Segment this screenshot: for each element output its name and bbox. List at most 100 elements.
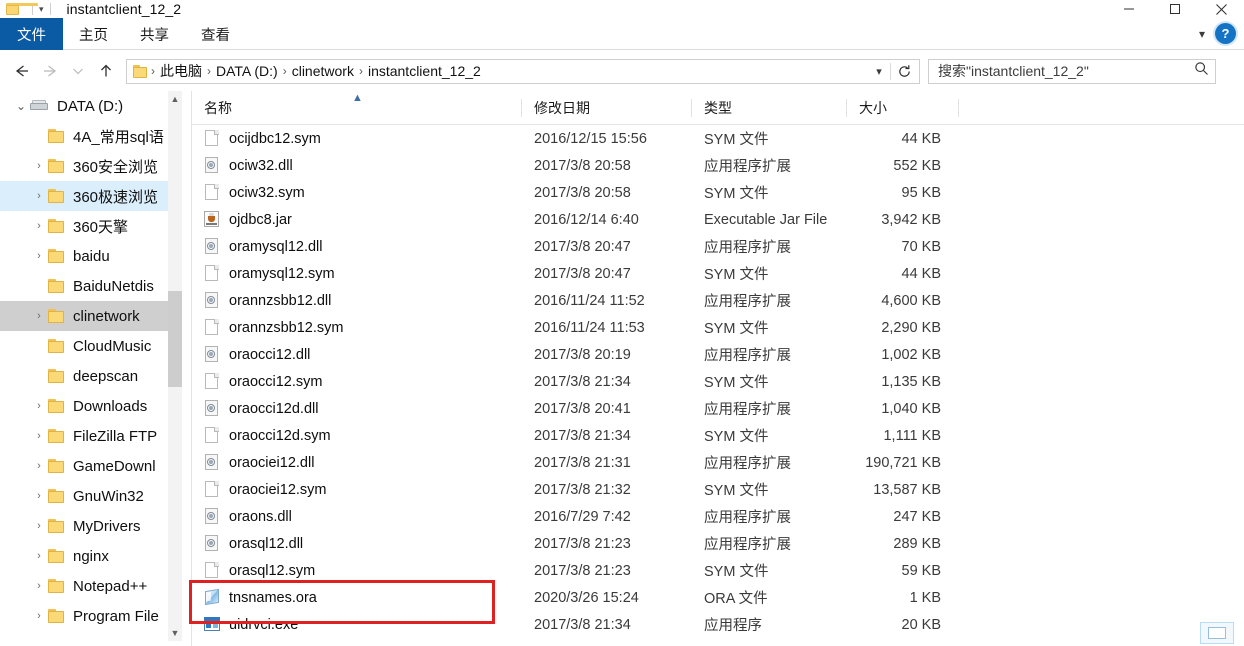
minimize-button[interactable] bbox=[1106, 0, 1152, 18]
file-name-cell[interactable]: ojdbc8.jar bbox=[192, 211, 522, 228]
table-row[interactable]: orasql12.dll 2017/3/8 21:23 应用程序扩展 289 KB bbox=[192, 530, 1244, 557]
table-row[interactable]: ojdbc8.jar 2016/12/14 6:40 Executable Jar … bbox=[192, 206, 1244, 233]
sidebar-item-data-d[interactable]: ⌄ DATA (D:) bbox=[0, 91, 178, 121]
file-name-cell[interactable]: uidrvci.exe bbox=[192, 616, 522, 633]
sidebar-item-clinetwork[interactable]: › clinetwork bbox=[0, 301, 178, 331]
chevron-right-icon[interactable]: › bbox=[30, 220, 48, 232]
breadcrumb-item-data-d[interactable]: DATA (D:) bbox=[212, 60, 282, 83]
details-view-icon[interactable] bbox=[1200, 622, 1234, 644]
file-name-cell[interactable]: orasql12.dll bbox=[192, 535, 522, 552]
sidebar-item-mydrivers[interactable]: › MyDrivers bbox=[0, 511, 178, 541]
table-row[interactable]: tnsnames.ora 2020/3/26 15:24 ORA 文件 1 KB bbox=[192, 584, 1244, 611]
chevron-right-icon[interactable]: › bbox=[30, 190, 48, 202]
sidebar-item-cloudmusic[interactable]: CloudMusic bbox=[0, 331, 178, 361]
refresh-icon[interactable] bbox=[891, 64, 917, 79]
chevron-down-icon[interactable]: ▾ bbox=[1199, 27, 1205, 41]
file-name-cell[interactable]: ociw32.dll bbox=[192, 157, 522, 174]
table-row[interactable]: ocijdbc12.sym 2016/12/15 15:56 SYM 文件 44 KB bbox=[192, 125, 1244, 152]
chevron-right-icon[interactable]: › bbox=[30, 160, 48, 172]
file-name-cell[interactable]: ociw32.sym bbox=[192, 184, 522, 201]
sidebar-item-deepscan[interactable]: deepscan bbox=[0, 361, 178, 391]
chevron-right-icon[interactable]: › bbox=[30, 490, 48, 502]
table-row[interactable]: oramysql12.sym 2017/3/8 20:47 SYM 文件 44 KB bbox=[192, 260, 1244, 287]
recent-locations-button[interactable] bbox=[64, 56, 92, 86]
table-row[interactable]: oraocci12d.sym 2017/3/8 21:34 SYM 文件 1,111 … bbox=[192, 422, 1244, 449]
back-button[interactable] bbox=[8, 56, 36, 86]
file-name-cell[interactable]: tnsnames.ora bbox=[192, 589, 522, 606]
chevron-down-icon[interactable]: ⌄ bbox=[12, 99, 30, 113]
sidebar-item-4a-sql[interactable]: 4A_常用sql语 bbox=[0, 121, 178, 151]
chevron-right-icon[interactable]: › bbox=[30, 580, 48, 592]
breadcrumb-item-instantclient[interactable]: instantclient_12_2 bbox=[364, 60, 485, 83]
table-row[interactable]: oraocci12.dll 2017/3/8 20:19 应用程序扩展 1,002 K… bbox=[192, 341, 1244, 368]
up-button[interactable] bbox=[92, 56, 120, 86]
file-name-cell[interactable]: oramysql12.sym bbox=[192, 265, 522, 282]
table-row[interactable]: uidrvci.exe 2017/3/8 21:34 应用程序 20 KB bbox=[192, 611, 1244, 638]
file-name-cell[interactable]: oraons.dll bbox=[192, 508, 522, 525]
sidebar-item-baidunetdis[interactable]: BaiduNetdis bbox=[0, 271, 178, 301]
file-name-cell[interactable]: ocijdbc12.sym bbox=[192, 130, 522, 147]
sidebar-item-gamedownl[interactable]: › GameDownl bbox=[0, 451, 178, 481]
chevron-down-icon[interactable]: ▾ bbox=[39, 4, 44, 14]
file-name-cell[interactable]: oraocci12d.sym bbox=[192, 427, 522, 444]
table-row[interactable]: oraocci12.sym 2017/3/8 21:34 SYM 文件 1,135 K… bbox=[192, 368, 1244, 395]
file-name-cell[interactable]: oraocci12.sym bbox=[192, 373, 522, 390]
sidebar-item-360[interactable]: › 360天擎 bbox=[0, 211, 178, 241]
table-row[interactable]: orannzsbb12.dll 2016/11/24 11:52 应用程序扩展 4,6… bbox=[192, 287, 1244, 314]
close-button[interactable] bbox=[1198, 0, 1244, 18]
breadcrumb-item-clinetwork[interactable]: clinetwork bbox=[288, 60, 358, 83]
file-name-cell[interactable]: orasql12.sym bbox=[192, 562, 522, 579]
column-header-size[interactable]: 大小 bbox=[847, 91, 959, 125]
file-name-cell[interactable]: oraociei12.dll bbox=[192, 454, 522, 471]
chevron-down-icon[interactable]: ▼ bbox=[168, 625, 182, 641]
chevron-right-icon[interactable]: › bbox=[30, 400, 48, 412]
column-header-date[interactable]: 修改日期 bbox=[522, 91, 692, 125]
table-row[interactable]: orannzsbb12.sym 2016/11/24 11:53 SYM 文件 2,2… bbox=[192, 314, 1244, 341]
sidebar-item-filezilla-ftp[interactable]: › FileZilla FTP bbox=[0, 421, 178, 451]
file-name-cell[interactable]: oramysql12.dll bbox=[192, 238, 522, 255]
table-row[interactable]: oraociei12.dll 2017/3/8 21:31 应用程序扩展 190,72… bbox=[192, 449, 1244, 476]
tab-file[interactable]: 文件 bbox=[0, 18, 63, 50]
file-name-cell[interactable]: oraociei12.sym bbox=[192, 481, 522, 498]
tab-share[interactable]: 共享 bbox=[124, 18, 185, 50]
chevron-up-icon[interactable]: ▲ bbox=[168, 91, 182, 107]
sidebar-item-nginx[interactable]: › nginx bbox=[0, 541, 178, 571]
sidebar-item-downloads[interactable]: › Downloads bbox=[0, 391, 178, 421]
search-box[interactable]: 搜索"instantclient_12_2" bbox=[928, 58, 1216, 84]
search-icon[interactable] bbox=[1194, 61, 1209, 81]
chevron-down-icon[interactable]: ▾ bbox=[868, 65, 890, 78]
column-header-type[interactable]: 类型 bbox=[692, 91, 847, 125]
table-row[interactable]: ociw32.sym 2017/3/8 20:58 SYM 文件 95 KB bbox=[192, 179, 1244, 206]
chevron-right-icon[interactable]: › bbox=[30, 460, 48, 472]
chevron-right-icon[interactable]: › bbox=[30, 430, 48, 442]
chevron-right-icon[interactable]: › bbox=[30, 310, 48, 322]
sidebar-item-gnuwin32[interactable]: › GnuWin32 bbox=[0, 481, 178, 511]
chevron-right-icon[interactable]: › bbox=[30, 250, 48, 262]
file-name-cell[interactable]: oraocci12d.dll bbox=[192, 400, 522, 417]
chevron-right-icon[interactable]: › bbox=[30, 520, 48, 532]
sidebar-item-360[interactable]: › 360极速浏览 bbox=[0, 181, 178, 211]
file-name-cell[interactable]: oraocci12.dll bbox=[192, 346, 522, 363]
file-name-cell[interactable]: orannzsbb12.sym bbox=[192, 319, 522, 336]
chevron-right-icon[interactable]: › bbox=[30, 610, 48, 622]
sidebar-item-baidu[interactable]: › baidu bbox=[0, 241, 178, 271]
table-row[interactable]: oramysql12.dll 2017/3/8 20:47 应用程序扩展 70 KB bbox=[192, 233, 1244, 260]
sidebar-item-program-file[interactable]: › Program File bbox=[0, 601, 178, 631]
table-row[interactable]: oraociei12.sym 2017/3/8 21:32 SYM 文件 13,587… bbox=[192, 476, 1244, 503]
breadcrumb-item-this-pc[interactable]: 此电脑 bbox=[156, 60, 206, 83]
file-name-cell[interactable]: orannzsbb12.dll bbox=[192, 292, 522, 309]
tab-view[interactable]: 查看 bbox=[185, 18, 246, 50]
sidebar-item-notepad[interactable]: › Notepad++ bbox=[0, 571, 178, 601]
scrollbar-thumb[interactable] bbox=[168, 291, 182, 387]
table-row[interactable]: oraocci12d.dll 2017/3/8 20:41 应用程序扩展 1,040 … bbox=[192, 395, 1244, 422]
table-row[interactable]: orasql12.sym 2017/3/8 21:23 SYM 文件 59 KB bbox=[192, 557, 1244, 584]
sidebar-item-360[interactable]: › 360安全浏览 bbox=[0, 151, 178, 181]
table-row[interactable]: ociw32.dll 2017/3/8 20:58 应用程序扩展 552 KB bbox=[192, 152, 1244, 179]
maximize-button[interactable] bbox=[1152, 0, 1198, 18]
column-header-name[interactable]: 名称 ▲ bbox=[192, 91, 522, 125]
column-divider[interactable] bbox=[958, 98, 959, 117]
forward-button[interactable] bbox=[36, 56, 64, 86]
table-row[interactable]: oraons.dll 2016/7/29 7:42 应用程序扩展 247 KB bbox=[192, 503, 1244, 530]
help-icon[interactable]: ? bbox=[1215, 23, 1236, 44]
navigation-scrollbar[interactable]: ▲ ▼ bbox=[168, 91, 182, 641]
